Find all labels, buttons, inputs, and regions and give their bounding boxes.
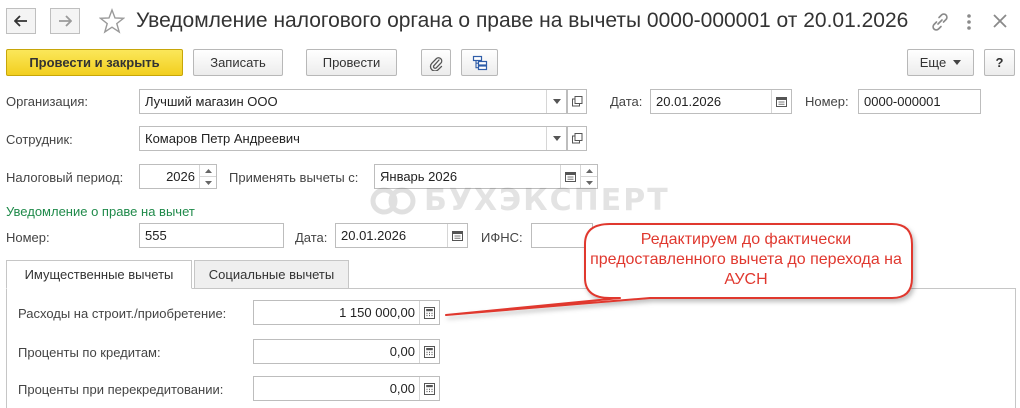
calculator-button[interactable] — [420, 377, 439, 400]
apply-from-field[interactable]: Январь 2026 — [374, 164, 598, 189]
tab-social-deductions[interactable]: Социальные вычеты — [194, 260, 349, 289]
refinancing-interest-field[interactable]: 0,00 — [253, 376, 440, 401]
post-button[interactable]: Провести — [306, 49, 397, 76]
calendar-button[interactable] — [561, 165, 580, 188]
post-and-close-label: Провести и закрыть — [29, 55, 160, 70]
calculator-button[interactable] — [420, 301, 439, 324]
refinancing-interest-label: Проценты при перекредитовании: — [18, 382, 224, 397]
construction-costs-label: Расходы на строит./приобретение: — [18, 306, 227, 321]
open-employee-button[interactable] — [567, 126, 587, 151]
tax-period-stepper[interactable] — [200, 165, 216, 188]
more-label: Еще — [919, 55, 947, 70]
open-organization-button[interactable] — [567, 89, 587, 114]
tab-property-deductions[interactable]: Имущественные вычеты — [6, 260, 192, 289]
arrow-right-icon — [59, 15, 72, 27]
chevron-down-icon — [552, 99, 561, 104]
employee-value: Комаров Петр Андреевич — [145, 131, 300, 146]
post-and-close-button[interactable]: Провести и закрыть — [6, 49, 183, 76]
loan-interest-field[interactable]: 0,00 — [253, 339, 440, 364]
number-field[interactable]: 0000-000001 — [858, 89, 981, 114]
dropdown-button[interactable] — [547, 90, 566, 113]
loan-interest-value: 0,00 — [389, 344, 415, 359]
star-icon[interactable] — [99, 8, 125, 34]
organization-label: Организация: — [6, 94, 89, 109]
number-value: 0000-000001 — [864, 94, 941, 109]
dropdown-button[interactable] — [547, 127, 566, 150]
organization-value: Лучший магазин ООО — [145, 94, 278, 109]
tax-period-label: Налоговый период: — [6, 170, 124, 185]
date-field[interactable]: 20.01.2026 — [650, 89, 792, 114]
more-button[interactable]: Еще — [907, 49, 974, 76]
chevron-down-icon — [204, 180, 212, 185]
paperclip-icon — [429, 56, 443, 71]
chevron-up-icon — [204, 168, 212, 173]
attach-button[interactable] — [421, 49, 451, 76]
calculator-button[interactable] — [420, 340, 439, 363]
apply-from-value: Январь 2026 — [380, 169, 458, 184]
document-structure-icon — [472, 55, 487, 70]
tab-label: Имущественные вычеты — [24, 267, 174, 282]
arrow-left-icon — [14, 15, 27, 27]
callout-text: Редактируем до фактически предоставленно… — [590, 231, 902, 288]
construction-costs-value: 1 150 000,00 — [339, 305, 415, 320]
calendar-icon — [565, 172, 576, 182]
apply-from-label: Применять вычеты с: — [229, 170, 359, 185]
calculator-icon — [424, 306, 435, 319]
number-label: Номер: — [805, 94, 849, 109]
refinancing-interest-value: 0,00 — [389, 381, 415, 396]
back-button[interactable] — [6, 8, 36, 34]
calculator-icon — [424, 382, 435, 395]
notification-number-value: 555 — [145, 228, 167, 243]
help-label: ? — [995, 55, 1004, 70]
tax-period-field[interactable]: 2026 — [139, 164, 217, 189]
construction-costs-field[interactable]: 1 150 000,00 — [253, 300, 440, 325]
notification-date-value: 20.01.2026 — [341, 228, 407, 243]
post-label: Провести — [322, 55, 381, 70]
chevron-up-icon — [585, 168, 593, 173]
chevron-down-icon — [585, 180, 593, 185]
document-structure-button[interactable] — [461, 49, 498, 76]
date-label: Дата: — [610, 94, 643, 109]
organization-field[interactable]: Лучший магазин ООО — [139, 89, 567, 114]
employee-field[interactable]: Комаров Петр Андреевич — [139, 126, 567, 151]
tab-label: Социальные вычеты — [208, 267, 335, 282]
notification-number-label: Номер: — [6, 230, 50, 245]
vertical-dots-icon[interactable] — [965, 12, 973, 32]
chevron-down-icon — [552, 136, 561, 141]
forward-button[interactable] — [50, 8, 80, 34]
tax-period-value: 2026 — [166, 169, 195, 184]
link-icon[interactable] — [930, 13, 950, 31]
apply-from-stepper[interactable] — [581, 165, 597, 188]
notification-number-field[interactable]: 555 — [139, 223, 284, 248]
employee-label: Сотрудник: — [6, 132, 73, 147]
save-button[interactable]: Записать — [193, 49, 283, 76]
loan-interest-label: Проценты по кредитам: — [18, 345, 161, 360]
chevron-down-icon — [953, 60, 962, 65]
open-form-icon — [571, 133, 582, 144]
calendar-button[interactable] — [772, 90, 791, 113]
help-button[interactable]: ? — [984, 49, 1015, 76]
save-label: Записать — [210, 55, 266, 70]
calculator-icon — [424, 345, 435, 358]
date-value: 20.01.2026 — [656, 94, 722, 109]
close-icon[interactable] — [992, 13, 1008, 29]
annotation-callout: Редактируем до фактически предоставленно… — [440, 218, 920, 328]
page-title: Уведомление налогового органа о праве на… — [136, 9, 909, 32]
calendar-icon — [776, 97, 787, 107]
notification-date-label: Дата: — [295, 230, 328, 245]
notification-section-title: Уведомление о праве на вычет — [6, 204, 195, 219]
open-form-icon — [571, 96, 582, 107]
